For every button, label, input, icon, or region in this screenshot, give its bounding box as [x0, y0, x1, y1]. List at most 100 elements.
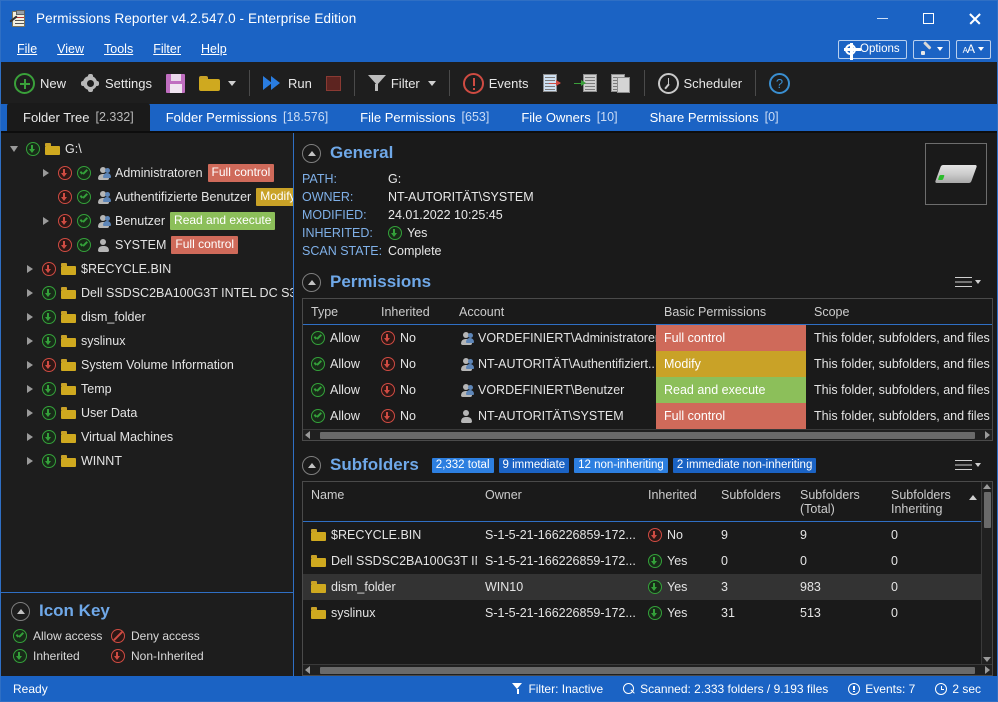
save-button[interactable]	[159, 66, 192, 100]
scrollbar-thumb[interactable]	[320, 431, 975, 439]
tree-row[interactable]: syslinux	[1, 329, 293, 353]
tree-expander[interactable]	[23, 337, 37, 345]
scroll-right-icon[interactable]	[985, 666, 990, 674]
col-inherited[interactable]: Inherited	[373, 305, 451, 319]
col-owner[interactable]: Owner	[477, 488, 640, 502]
badge-immediate[interactable]: 9 immediate	[498, 457, 570, 473]
scroll-down-icon[interactable]	[983, 657, 991, 662]
tree-row[interactable]: Dell SSDSC2BA100G3T INTEL DC S3700	[1, 281, 293, 305]
scheduler-button[interactable]: Scheduler	[651, 66, 750, 100]
col-subfolders[interactable]: Subfolders	[713, 488, 792, 502]
permissions-hscrollbar[interactable]	[303, 429, 992, 440]
tree-row[interactable]: Authentifizierte Benutzer Modify	[1, 185, 293, 209]
table-row[interactable]: Allow No NT-AUTORITÄT\SYSTEM Full control Th…	[303, 403, 992, 429]
tree-expander[interactable]	[23, 433, 37, 441]
tree-row[interactable]: dism_folder	[1, 305, 293, 329]
tab-share-permissions[interactable]: Share Permissions [0]	[634, 103, 795, 131]
permissions-menu-button[interactable]	[955, 276, 981, 288]
tree-row[interactable]: User Data	[1, 401, 293, 425]
scroll-left-icon[interactable]	[305, 666, 310, 674]
col-subfolders-total[interactable]: Subfolders (Total)	[792, 488, 883, 516]
scroll-up-icon[interactable]	[983, 484, 991, 489]
scrollbar-thumb[interactable]	[983, 492, 991, 528]
tree-expander[interactable]	[23, 457, 37, 465]
font-size-button[interactable]: AA	[955, 39, 991, 59]
tab-file-permissions[interactable]: File Permissions [653]	[344, 103, 505, 131]
report-button[interactable]	[604, 66, 638, 100]
table-row[interactable]: Allow No VORDEFINIERT\Benutzer Read and exe…	[303, 377, 992, 403]
tree-row[interactable]: System Volume Information	[1, 353, 293, 377]
badge-immediate-non-inheriting[interactable]: 2 immediate non-inheriting	[672, 457, 817, 473]
folder-tree[interactable]: G:\ Administratoren Full control Authentifi…	[1, 133, 293, 592]
collapse-icon[interactable]	[302, 272, 321, 292]
filter-button[interactable]: Filter	[361, 66, 443, 100]
tab-folder-permissions[interactable]: Folder Permissions [18.576]	[150, 103, 344, 131]
scroll-left-icon[interactable]	[305, 431, 310, 439]
menu-filter[interactable]: Filter	[143, 39, 191, 59]
theme-button[interactable]	[912, 39, 950, 59]
minimize-button[interactable]	[859, 1, 905, 36]
collapse-icon[interactable]	[302, 455, 321, 475]
col-subfolders-inheriting[interactable]: Subfolders Inheriting	[883, 488, 981, 516]
help-button[interactable]: ?	[762, 66, 797, 100]
events-button[interactable]: Events	[456, 66, 536, 100]
tree-expander[interactable]	[23, 313, 37, 321]
badge-non-inheriting[interactable]: 12 non-inheriting	[574, 457, 668, 473]
options-button[interactable]: Options	[838, 39, 907, 60]
col-scope[interactable]: Scope	[806, 305, 992, 319]
tree-row[interactable]: Virtual Machines	[1, 425, 293, 449]
tab-file-owners[interactable]: File Owners [10]	[505, 103, 633, 131]
tree-row-root[interactable]: G:\	[1, 137, 293, 161]
col-name[interactable]: Name	[303, 488, 477, 502]
tree-expander[interactable]	[7, 146, 21, 152]
table-row[interactable]: Allow No VORDEFINIERT\Administratoren Full …	[303, 325, 992, 351]
export-button[interactable]	[536, 66, 570, 100]
subfolders-vscrollbar[interactable]	[981, 482, 992, 664]
table-row[interactable]: syslinux S-1-5-21-166226859-172... Yes 31 51…	[303, 600, 981, 626]
collapse-icon[interactable]	[11, 601, 30, 621]
tree-expander[interactable]	[39, 169, 53, 177]
run-button[interactable]: Run	[256, 66, 319, 100]
tree-expander[interactable]	[23, 265, 37, 273]
table-row[interactable]: $RECYCLE.BIN S-1-5-21-166226859-172... No 9…	[303, 522, 981, 548]
table-row[interactable]: dism_folder WIN10 Yes 3 983 0	[303, 574, 981, 600]
tree-expander[interactable]	[23, 289, 37, 297]
scrollbar-thumb[interactable]	[320, 666, 975, 674]
tree-expander[interactable]	[23, 361, 37, 369]
tab-folder-tree[interactable]: Folder Tree [2.332]	[7, 103, 150, 131]
menu-view[interactable]: View	[47, 39, 94, 59]
open-button[interactable]	[192, 66, 243, 100]
tree-row[interactable]: Benutzer Read and execute	[1, 209, 293, 233]
tree-expander[interactable]	[23, 409, 37, 417]
settings-button[interactable]: Settings	[73, 66, 159, 100]
collapse-icon[interactable]	[302, 143, 321, 163]
subfolders-hscrollbar[interactable]	[303, 664, 992, 675]
folder-icon	[61, 335, 76, 347]
close-button[interactable]	[951, 1, 997, 36]
tree-expander[interactable]	[39, 217, 53, 225]
menu-help[interactable]: Help	[191, 39, 237, 59]
tree-row[interactable]: $RECYCLE.BIN	[1, 257, 293, 281]
tree-row[interactable]: SYSTEM Full control	[1, 233, 293, 257]
tree-row[interactable]: Temp	[1, 377, 293, 401]
menu-file[interactable]: File	[7, 39, 47, 59]
maximize-button[interactable]	[905, 1, 951, 36]
col-type[interactable]: Type	[303, 305, 373, 319]
import-button[interactable]	[570, 66, 604, 100]
subfolders-menu-button[interactable]	[955, 459, 981, 471]
badge-total[interactable]: 2,332 total	[431, 457, 494, 473]
status-filter[interactable]: Filter: Inactive	[502, 682, 613, 696]
new-button[interactable]: New	[7, 66, 73, 100]
status-events[interactable]: Events: 7	[838, 682, 925, 696]
tree-expander[interactable]	[23, 385, 37, 393]
table-row[interactable]: Allow No NT-AUTORITÄT\Authentifiziert... Mo…	[303, 351, 992, 377]
scroll-right-icon[interactable]	[985, 431, 990, 439]
col-account[interactable]: Account	[451, 305, 656, 319]
col-inherited[interactable]: Inherited	[640, 488, 713, 502]
tree-row[interactable]: Administratoren Full control	[1, 161, 293, 185]
menu-tools[interactable]: Tools	[94, 39, 143, 59]
tree-row[interactable]: WINNT	[1, 449, 293, 473]
table-row[interactable]: Dell SSDSC2BA100G3T INTEL D... S-1-5-21-1…	[303, 548, 981, 574]
stop-button[interactable]	[319, 66, 348, 100]
col-basic-permissions[interactable]: Basic Permissions	[656, 305, 806, 319]
